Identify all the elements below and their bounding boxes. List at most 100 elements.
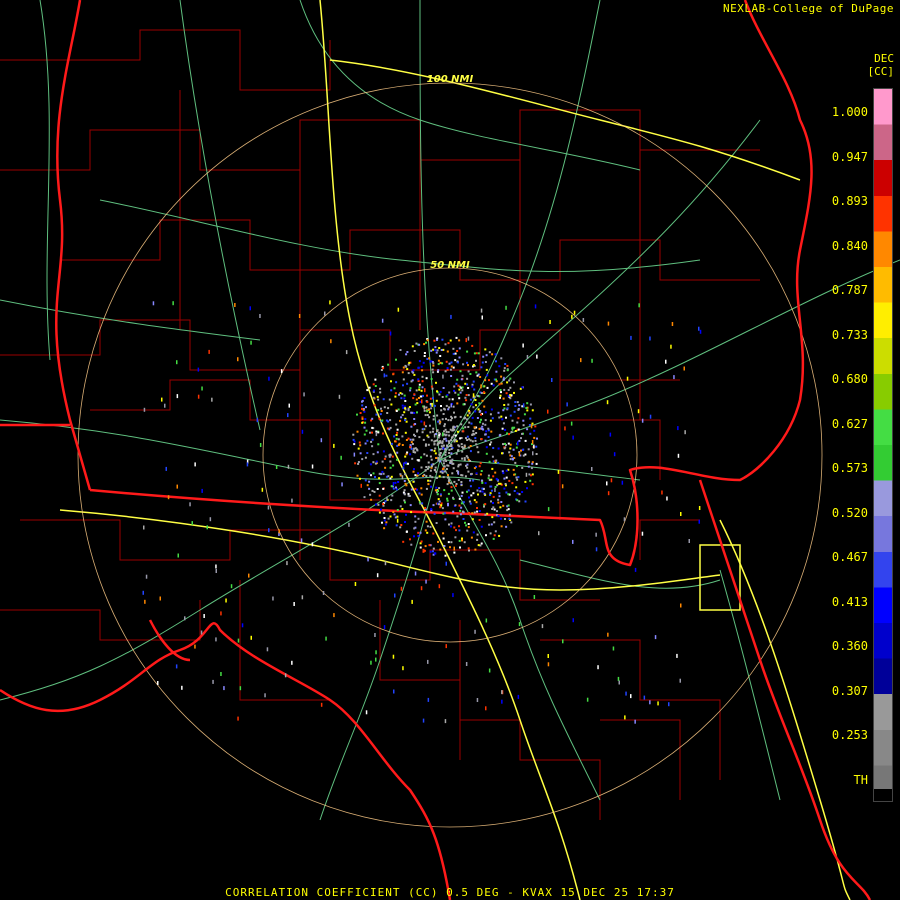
radar-gate — [461, 510, 464, 513]
radar-gate — [525, 407, 528, 409]
radar-gate — [466, 463, 469, 466]
radar-gate — [637, 409, 640, 414]
radar-gate — [430, 349, 433, 352]
radar-gate — [409, 444, 412, 447]
radar-gate — [392, 482, 395, 486]
radar-gate — [461, 539, 463, 542]
radar-gate — [423, 421, 426, 426]
radar-gate — [437, 369, 440, 372]
radar-gate — [495, 459, 498, 462]
radar-gate — [478, 519, 481, 521]
radar-gate — [421, 399, 423, 404]
radar-gate — [450, 452, 453, 455]
radar-gate — [161, 397, 163, 402]
radar-gate — [414, 487, 417, 490]
radar-gate — [376, 488, 379, 490]
radar-gate — [428, 411, 431, 414]
radar-gate — [435, 457, 438, 459]
radar-gate — [397, 438, 400, 441]
radar-gate — [380, 407, 382, 410]
radar-gate — [472, 406, 475, 409]
radar-gate — [387, 363, 390, 366]
radar-gate — [301, 595, 304, 600]
radar-gate — [223, 686, 225, 691]
radar-gate — [623, 517, 626, 522]
radar-gate — [468, 500, 471, 503]
radar-gate — [491, 516, 494, 519]
radar-gate — [404, 501, 406, 504]
radar-gate — [489, 532, 492, 535]
radar-gate — [445, 433, 448, 436]
radar-gate — [500, 517, 503, 520]
radar-gate — [463, 444, 466, 447]
legend-tick: 0.573 — [831, 461, 868, 476]
radar-gate — [426, 410, 429, 413]
radar-gate — [402, 491, 405, 494]
radar-gate — [435, 470, 438, 473]
radar-gate — [649, 336, 651, 341]
radar-gate — [419, 395, 422, 398]
radar-gate — [509, 447, 512, 450]
radar-gate — [432, 550, 434, 553]
radar-gate — [470, 403, 473, 406]
radar-gate — [428, 408, 431, 411]
radar-gate — [613, 452, 616, 457]
radar-gate — [366, 439, 369, 442]
legend-tick: 0.467 — [831, 550, 868, 565]
radar-gate — [465, 437, 467, 440]
radar-gate — [454, 415, 457, 418]
radar-gate — [452, 347, 455, 350]
radar-gate — [470, 422, 473, 425]
radar-gate — [407, 494, 410, 497]
radar-gate — [480, 392, 483, 394]
radar-gate — [458, 388, 461, 391]
radar-gate — [403, 489, 406, 492]
radar-gate — [200, 630, 203, 635]
radar-gate — [437, 359, 440, 362]
radar-gate — [212, 679, 214, 684]
radar-gate — [482, 355, 485, 358]
radar-gate — [432, 415, 435, 418]
radar-gate — [473, 426, 476, 429]
radar-gate — [463, 457, 466, 460]
radar-gate — [370, 440, 373, 443]
radar-gate — [516, 499, 519, 502]
radar-gate — [382, 367, 385, 370]
radar-gate — [499, 506, 502, 509]
radar-gate — [417, 378, 420, 381]
radar-gate — [402, 666, 404, 671]
radar-gate — [490, 382, 493, 385]
radar-gate — [364, 421, 367, 424]
radar-gate — [443, 423, 446, 426]
radar-gate — [480, 542, 483, 545]
radar-gate — [536, 437, 538, 440]
radar-gate — [507, 389, 510, 391]
radar-gate — [425, 475, 428, 478]
radar-gate — [403, 493, 406, 496]
radar-gate — [382, 503, 384, 506]
radar-gate — [459, 509, 462, 512]
radar-gate — [464, 396, 467, 399]
radar-gate — [435, 486, 438, 489]
radar-gate — [516, 492, 519, 495]
radar-gate — [330, 339, 332, 344]
radar-gate — [432, 532, 435, 535]
radar-gate — [475, 501, 478, 504]
radar-gate — [237, 357, 239, 362]
radar-gate — [698, 519, 700, 524]
radar-gate — [451, 417, 453, 420]
radar-gate — [582, 318, 585, 322]
radar-gate — [634, 719, 636, 724]
radar-gate — [418, 501, 421, 504]
radar-gate — [393, 513, 396, 516]
radar-gate — [526, 355, 529, 359]
radar-gate — [375, 432, 378, 437]
radar-gate — [374, 476, 376, 478]
radar-gate — [481, 490, 484, 493]
radar-gate — [420, 365, 423, 368]
radar-gate — [287, 413, 289, 418]
radar-gate — [371, 417, 374, 420]
radar-gate — [444, 370, 447, 373]
radar-gate — [448, 478, 451, 481]
radar-gate — [458, 397, 461, 400]
